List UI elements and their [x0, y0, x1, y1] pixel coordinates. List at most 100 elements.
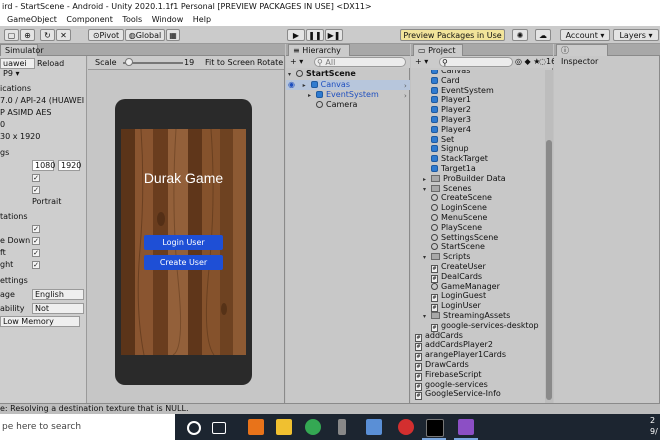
reload-button[interactable]: Reload	[37, 59, 64, 69]
network-app-icon[interactable]	[366, 419, 382, 435]
setting-checkbox-1[interactable]: ✓	[32, 174, 40, 182]
file-explorer-icon[interactable]	[276, 419, 292, 435]
account-dropdown[interactable]: Account ▾	[560, 29, 610, 41]
collapse-arrow-icon[interactable]: ▸	[308, 91, 316, 101]
project-item[interactable]: GameManager	[431, 282, 500, 292]
global-toggle[interactable]: ◍Global	[125, 29, 165, 41]
project-item[interactable]: Set	[431, 135, 454, 145]
step-button[interactable]: ▶❚	[325, 29, 343, 41]
project-item[interactable]: ▾ Scripts	[423, 252, 470, 262]
clock-time[interactable]: 2	[650, 416, 655, 426]
project-item[interactable]: StartScene	[431, 242, 485, 252]
create-add-icon[interactable]: + ▾	[290, 57, 303, 67]
pause-button[interactable]: ❚❚	[306, 29, 324, 41]
project-item[interactable]: ▾ Scenes	[423, 184, 472, 194]
status-message[interactable]: e: Resolving a destination texture that …	[0, 404, 188, 413]
project-item[interactable]: StackTarget	[431, 154, 488, 164]
low-memory-button[interactable]: Low Memory	[0, 316, 80, 327]
rotation-checkbox-1[interactable]: ✓	[32, 225, 40, 233]
rotate-button[interactable]: Rotate	[257, 58, 283, 68]
preview-packages-button[interactable]: Preview Packages in Use ▾	[400, 29, 505, 51]
project-item[interactable]: # addCardsPlayer2	[415, 340, 493, 352]
project-item[interactable]: # arangePlayer1Cards	[415, 350, 506, 362]
project-item[interactable]: Player4	[431, 125, 471, 135]
menu-help[interactable]: Help	[193, 15, 211, 24]
project-add-icon[interactable]: + ▾	[415, 57, 428, 67]
project-item[interactable]: MenuScene	[431, 213, 487, 223]
chevron-right-icon[interactable]: ›	[404, 92, 407, 100]
pivot-toggle[interactable]: ⊙Pivot	[88, 29, 124, 41]
project-item[interactable]: Player1	[431, 95, 471, 105]
hierarchy-item[interactable]: ◉ ▸ Canvas	[288, 80, 350, 90]
project-item[interactable]: CreateScene	[431, 193, 492, 203]
project-item[interactable]: # addCards	[415, 331, 463, 342]
resolution-width-field[interactable]: 1080	[32, 160, 55, 171]
menu-window[interactable]: Window	[152, 15, 184, 24]
chevron-right-icon[interactable]: ›	[404, 82, 407, 90]
rotation-checkbox-3[interactable]: ✓	[32, 249, 40, 257]
transform-tool-icon[interactable]: ⊕	[20, 29, 35, 41]
expand-arrow-icon[interactable]: ▾	[423, 185, 431, 195]
resolution-height-field[interactable]: 1920	[58, 160, 81, 171]
collab-icon[interactable]: ✺	[512, 29, 528, 41]
project-item[interactable]: # FirebaseScript	[415, 370, 482, 381]
project-item[interactable]: # CreateUser	[431, 262, 486, 273]
device-dropdown[interactable]: uawei P9 ▾	[0, 58, 35, 78]
expand-arrow-icon[interactable]: ▾	[288, 70, 296, 80]
menu-component[interactable]: Component	[66, 15, 112, 24]
xampp-icon[interactable]	[248, 419, 264, 435]
fit-to-screen-toggle[interactable]: Fit to Screen	[205, 58, 255, 68]
project-item[interactable]: Signup	[431, 144, 469, 154]
language-dropdown[interactable]: English	[32, 289, 84, 300]
reachability-dropdown[interactable]: Not Reachabl	[32, 303, 84, 314]
hierarchy-search-input[interactable]: ⚲ All	[314, 57, 406, 67]
project-item[interactable]: PlayScene	[431, 223, 482, 233]
filter-icons[interactable]: ◎ ◆ ★	[515, 57, 540, 67]
hierarchy-scene-row[interactable]: ▾ StartScene	[288, 69, 408, 79]
project-item[interactable]: Player2	[431, 105, 471, 115]
usb-icon[interactable]	[338, 419, 346, 435]
project-search-input[interactable]: ⚲	[439, 57, 513, 67]
eye-visibility-icon[interactable]: ◉	[288, 80, 295, 89]
setting-checkbox-2[interactable]: ✓	[32, 186, 40, 194]
task-view-icon[interactable]	[212, 422, 226, 434]
chrome-icon[interactable]	[305, 419, 321, 435]
hierarchy-item[interactable]: Camera	[316, 100, 357, 110]
unity-icon[interactable]	[426, 419, 444, 437]
expand-arrow-icon[interactable]: ▾	[423, 253, 431, 263]
project-item[interactable]: Target1a	[431, 164, 476, 174]
simulator-tab[interactable]: Simulator	[0, 44, 44, 56]
visual-studio-icon[interactable]	[458, 419, 474, 435]
cortana-icon[interactable]	[187, 421, 201, 435]
menu-gameobject[interactable]: GameObject	[7, 15, 57, 24]
opera-icon[interactable]	[398, 419, 414, 435]
taskbar-search-box[interactable]: pe here to search	[0, 414, 175, 440]
expand-arrow-icon[interactable]: ▾	[423, 312, 431, 322]
cloud-icon[interactable]: ☁	[535, 29, 551, 41]
clock-date[interactable]: 9/	[650, 427, 658, 437]
create-user-button[interactable]: Create User	[144, 255, 223, 270]
login-user-button[interactable]: Login User	[144, 235, 223, 250]
grid-snap-icon[interactable]: ▦	[166, 29, 180, 41]
rect-tool-icon[interactable]: ▢	[4, 29, 19, 41]
project-tab[interactable]: ▭ Project	[413, 44, 463, 56]
inspector-tab[interactable]: ⓘ Inspector	[556, 44, 608, 66]
rotation-checkbox-4[interactable]: ✓	[32, 261, 40, 269]
project-item[interactable]: ▾ StreamingAssets	[423, 311, 510, 321]
project-item[interactable]: # google-services	[415, 380, 488, 391]
hierarchy-item[interactable]: ▸ EventSystem	[308, 90, 379, 100]
project-item[interactable]: # LoginGuest	[431, 291, 486, 303]
hierarchy-tab[interactable]: ≡ Hierarchy	[288, 44, 350, 56]
project-item[interactable]: Card	[431, 76, 460, 86]
project-scrollbar-thumb[interactable]	[546, 140, 552, 400]
project-item[interactable]: EventSystem	[431, 86, 494, 96]
custom-tool-icon[interactable]: ✕	[56, 29, 71, 41]
project-item[interactable]: # DrawCards	[415, 360, 469, 371]
scale-slider-thumb[interactable]	[125, 58, 133, 66]
project-item[interactable]: Player3	[431, 115, 471, 125]
project-item[interactable]: # DealCards	[431, 272, 482, 283]
project-item[interactable]: # GoogleService-Info	[415, 389, 501, 401]
project-item[interactable]: LoginScene	[431, 203, 487, 213]
project-item[interactable]: # google-services-desktop	[431, 321, 539, 332]
rotation-checkbox-2[interactable]: ✓	[32, 237, 40, 245]
